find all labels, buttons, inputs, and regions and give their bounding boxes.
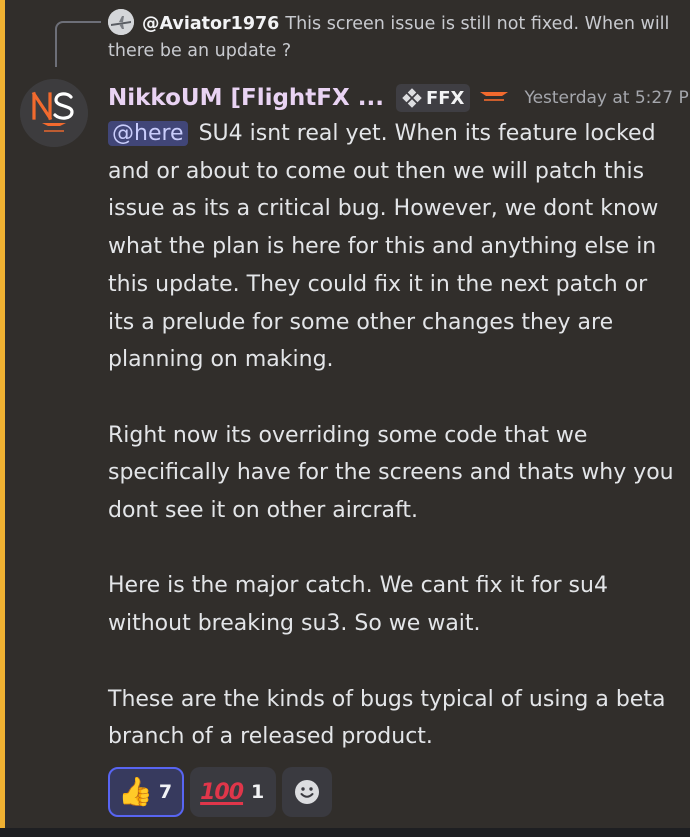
avatar[interactable] (20, 79, 88, 147)
here-mention[interactable]: @here (108, 121, 188, 146)
add-reaction-button[interactable] (282, 767, 333, 817)
server-tag[interactable]: FFX (395, 84, 471, 112)
flightfx-badge-icon[interactable] (478, 88, 510, 108)
reply-username[interactable]: @Aviator1976 (142, 14, 279, 34)
reaction-hundred[interactable]: 100 1 (190, 767, 277, 817)
message-content: @here SU4 isnt real yet. When its featur… (108, 115, 678, 756)
reactions-bar: 👍 7 100 1 (108, 767, 333, 817)
hundred-points-icon: 100 (200, 779, 244, 805)
server-tag-label: FFX (425, 87, 465, 109)
message-paragraph: @here SU4 isnt real yet. When its featur… (108, 121, 659, 373)
message-paragraph: Here is the major catch. We cant fix it … (108, 573, 608, 637)
flightfx-logo-icon (20, 79, 88, 147)
message-paragraph: These are the kinds of bugs typical of u… (108, 686, 666, 750)
diamond-grid-icon (402, 88, 422, 108)
bottom-divider (0, 828, 690, 837)
author-username[interactable]: NikkoUM [FlightFX ... (108, 85, 384, 111)
reply-connector-line (55, 21, 101, 67)
reaction-count: 7 (158, 781, 173, 803)
reaction-count: 1 (251, 781, 265, 803)
reply-preview[interactable]: @Aviator1976 This screen issue is still n… (108, 11, 678, 65)
smiley-icon (295, 780, 320, 804)
thumbs-up-icon: 👍 (118, 775, 153, 808)
message-timestamp[interactable]: Yesterday at 5:27 PM (524, 88, 690, 108)
message-paragraph: Right now its overriding some code that … (108, 422, 674, 524)
reaction-thumbs-up[interactable]: 👍 7 (108, 767, 185, 817)
message-header: NikkoUM [FlightFX ... FFX Yesterday at 5… (108, 82, 690, 114)
